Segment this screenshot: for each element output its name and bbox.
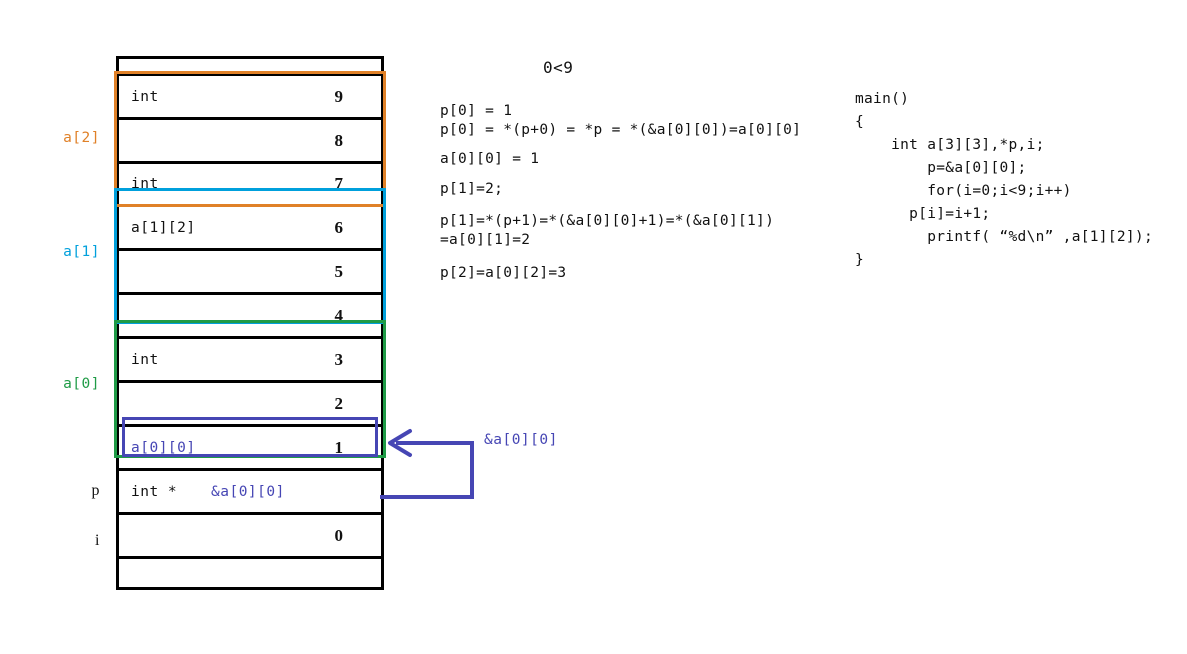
memory-row: a[0][0] 1	[119, 427, 381, 471]
memory-row-type: a[0][0]	[131, 439, 196, 456]
pointer-arrow-icon	[380, 429, 474, 499]
code-line: p=&a[0][0];	[855, 160, 1027, 176]
row-label-a0: a[0]	[63, 376, 100, 392]
memory-row: int 3	[119, 339, 381, 383]
explanation-line: p[2]=a[0][2]=3	[440, 265, 567, 281]
memory-row: int 9	[119, 76, 381, 120]
memory-layout-table: int 9 8 int 7 a[1][2] 6 5 4 int 3 2 a[0][0] 1 int * &a[…	[116, 56, 384, 590]
memory-row: 2	[119, 383, 381, 427]
memory-row-value: 7	[334, 174, 344, 193]
explanation-line: a[0][0] = 1	[440, 151, 540, 167]
explanation-line: p[1]=2;	[440, 181, 504, 197]
memory-row: 4	[119, 295, 381, 339]
memory-row-value: 4	[334, 305, 344, 325]
memory-row-value: 5	[334, 261, 344, 281]
memory-row	[119, 559, 381, 587]
memory-row-type: int *	[131, 483, 178, 500]
code-line: for(i=0;i<9;i++)	[855, 183, 1072, 199]
code-line: }	[855, 252, 865, 268]
explanation-line: p[0] = *(p+0) = *p = *(&a[0][0])=a[0][0]	[440, 122, 802, 138]
code-line: printf( “%d\n” ,a[1][2]);	[855, 229, 1153, 245]
memory-row-value: 3	[334, 349, 344, 369]
memory-row: a[1][2] 6	[119, 207, 381, 251]
explanation-line: =a[0][1]=2	[440, 232, 531, 248]
row-label-i: i	[95, 532, 100, 549]
loop-condition-text: 0<9	[543, 58, 574, 77]
code-line: main()	[855, 91, 910, 107]
memory-row-value: 9	[334, 86, 344, 106]
arrow-annotation-label: &a[0][0]	[484, 432, 558, 448]
memory-row-pointer-value: &a[0][0]	[211, 483, 285, 500]
explanation-line: p[1]=*(p+1)=*(&a[0][0]+1)=*(&a[0][1])	[440, 213, 775, 229]
memory-row-type: int	[131, 351, 159, 368]
memory-row: 0	[119, 515, 381, 559]
memory-row-value: 6	[334, 217, 344, 237]
memory-row-value: 2	[334, 393, 344, 413]
code-line: int a[3][3],*p,i;	[855, 137, 1045, 153]
memory-row-value: 0	[334, 525, 344, 545]
memory-row: int * &a[0][0]	[119, 471, 381, 515]
explanation-line: p[0] = 1	[440, 103, 513, 119]
memory-row: int 7	[119, 164, 381, 207]
row-label-a2: a[2]	[63, 130, 100, 146]
row-label-a1: a[1]	[63, 244, 100, 260]
memory-row-type: int	[131, 88, 159, 105]
memory-row-value: 8	[334, 130, 344, 150]
memory-row: 5	[119, 251, 381, 295]
code-line: p[i]=i+1;	[855, 206, 991, 222]
memory-row-type: int	[131, 176, 159, 192]
memory-row-value: 1	[334, 437, 344, 457]
memory-row-type: a[1][2]	[131, 219, 196, 236]
memory-row	[119, 59, 381, 76]
code-line: {	[855, 114, 865, 130]
memory-row: 8	[119, 120, 381, 164]
row-label-p: p	[91, 482, 100, 499]
